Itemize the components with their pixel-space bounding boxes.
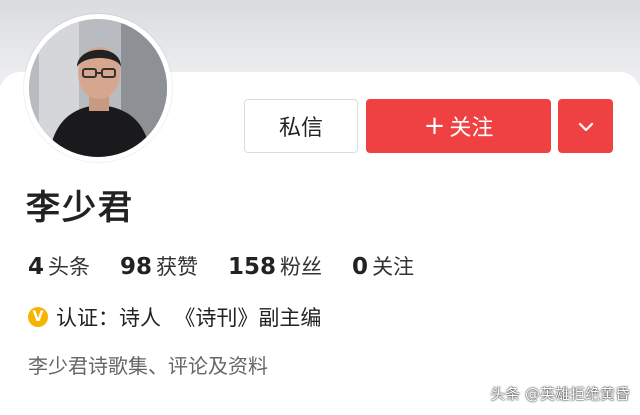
stat-followers[interactable]: 158 粉丝 (228, 251, 322, 281)
stat-value: 4 (28, 254, 45, 280)
avatar-photo (29, 19, 167, 157)
stat-value: 98 (120, 254, 153, 280)
stat-label: 头条 (48, 255, 91, 279)
plus-icon: + (423, 111, 446, 141)
watermark: 头条 @英雄拒绝黄昏 (490, 385, 630, 403)
stat-label: 关注 (372, 255, 415, 279)
certification: V 认证：诗人 《诗刊》副主编 (28, 302, 321, 332)
stat-value: 158 (228, 254, 277, 280)
stat-articles[interactable]: 4 头条 (28, 251, 90, 281)
stat-label: 粉丝 (280, 255, 323, 279)
follow-button[interactable]: + 关注 (366, 99, 551, 153)
stat-label: 获赞 (156, 255, 199, 279)
verified-badge-icon: V (28, 307, 48, 327)
certification-text: 认证：诗人 《诗刊》副主编 (56, 306, 322, 330)
chevron-down-icon (577, 114, 595, 139)
message-button[interactable]: 私信 (244, 99, 358, 153)
avatar[interactable] (24, 14, 172, 162)
follow-button-label: 关注 (449, 116, 494, 141)
stat-following[interactable]: 0 关注 (352, 251, 414, 281)
stat-value: 0 (352, 254, 369, 280)
profile-description: 李少君诗歌集、评论及资料 (28, 354, 268, 378)
stats-row: 4 头条 98 获赞 158 粉丝 0 关注 (28, 251, 444, 283)
profile-name: 李少君 (26, 188, 134, 228)
more-options-button[interactable] (558, 99, 613, 153)
message-button-label: 私信 (278, 116, 323, 141)
stat-likes[interactable]: 98 获赞 (120, 251, 198, 281)
